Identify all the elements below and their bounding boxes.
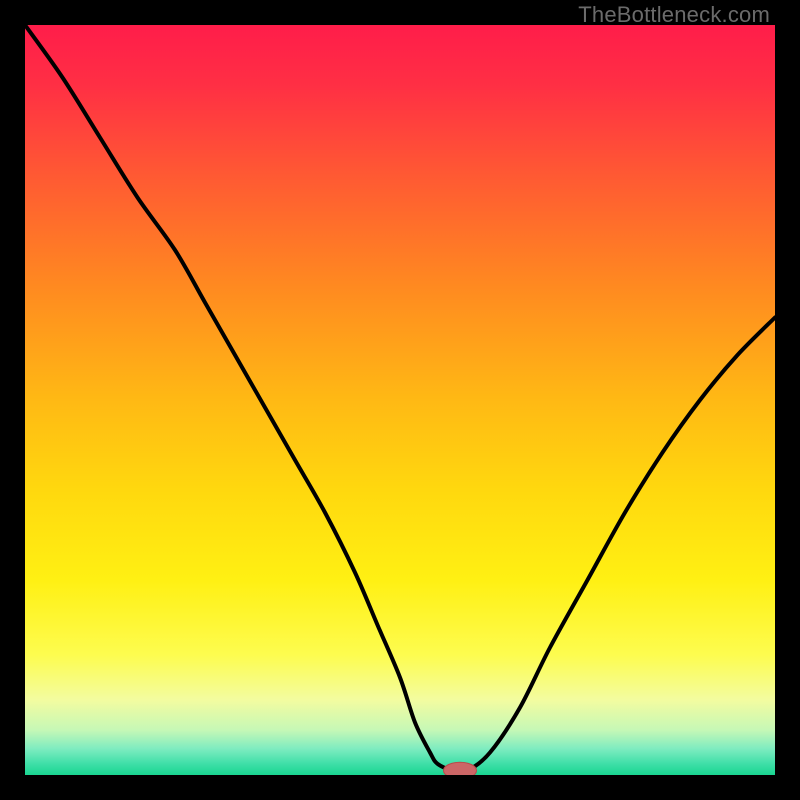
gradient-background — [25, 25, 775, 775]
optimum-marker — [444, 762, 477, 775]
chart-frame — [25, 25, 775, 775]
bottleneck-chart — [25, 25, 775, 775]
watermark-text: TheBottleneck.com — [578, 2, 770, 28]
